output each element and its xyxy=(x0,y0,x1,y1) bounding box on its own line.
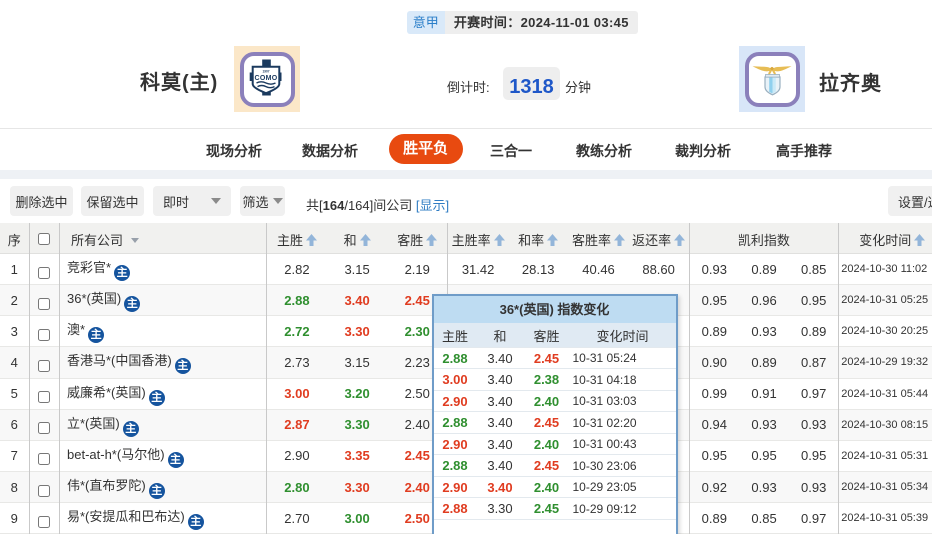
svg-text:COMO: COMO xyxy=(255,75,278,82)
svg-text:1907: 1907 xyxy=(262,69,269,73)
